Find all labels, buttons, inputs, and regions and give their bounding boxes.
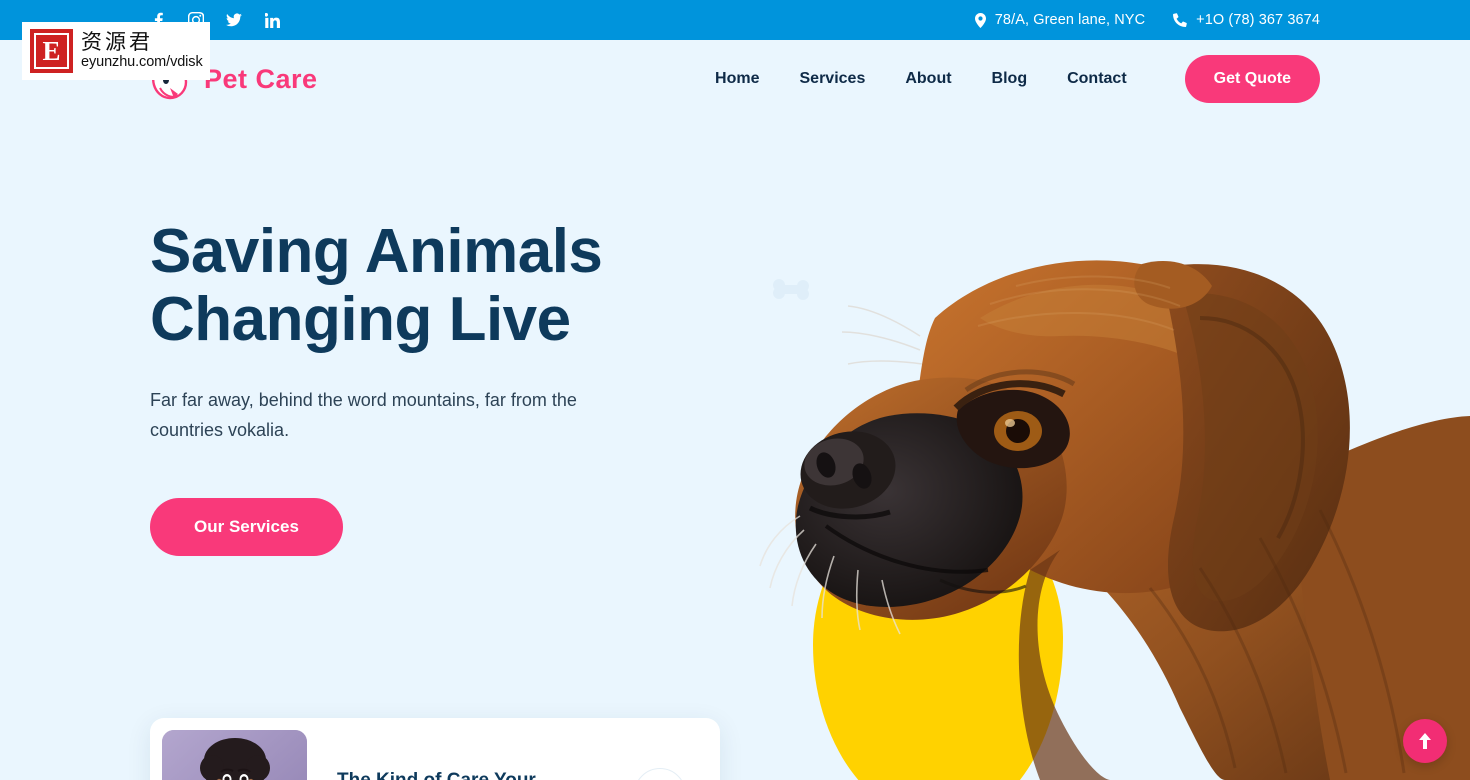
phone-text: +1O (78) 367 3674 — [1196, 12, 1320, 28]
arrow-up-icon — [1419, 733, 1431, 749]
nav-item-contact[interactable]: Contact — [1047, 70, 1147, 88]
nav-item-services[interactable]: Services — [780, 70, 886, 88]
main-nav: Home Services About Blog Contact Get Quo… — [695, 55, 1320, 103]
promo-thumbnail — [162, 730, 307, 780]
watermark-overlay: E 资源君 eyunzhu.com/vdisk — [22, 22, 210, 80]
page-title: Saving Animals Changing Live — [150, 217, 603, 355]
linkedin-icon[interactable] — [264, 12, 280, 29]
phone-icon — [1173, 13, 1187, 27]
top-bar: 78/A, Green lane, NYC +1O (78) 367 3674 — [0, 0, 1470, 40]
nav-item-home[interactable]: Home — [695, 70, 779, 88]
watermark-brand: 资源君 — [81, 29, 153, 54]
promo-arrow-button[interactable] — [634, 768, 686, 780]
address-text: 78/A, Green lane, NYC — [994, 12, 1146, 28]
phone-item[interactable]: +1O (78) 367 3674 — [1173, 12, 1320, 28]
twitter-icon[interactable] — [226, 12, 242, 29]
watermark-logo-letter: E — [34, 33, 69, 69]
promo-card[interactable]: The Kind of Care Your Pets Deserve — [150, 718, 720, 780]
nav-item-blog[interactable]: Blog — [972, 70, 1048, 88]
scroll-to-top-button[interactable] — [1403, 719, 1447, 763]
watermark-text: 资源君 eyunzhu.com/vdisk — [81, 29, 203, 71]
site-header: Pet Care Home Services About Blog Contac… — [0, 40, 1470, 118]
dog-illustration — [759, 260, 1470, 780]
get-quote-button[interactable]: Get Quote — [1184, 55, 1320, 103]
topbar-contact-info: 78/A, Green lane, NYC +1O (78) 367 3674 — [974, 12, 1320, 28]
logo-text: Pet Care — [204, 63, 318, 94]
hero-subtitle: Far far away, behind the word mountains,… — [150, 390, 577, 441]
location-pin-icon — [974, 12, 986, 28]
nav-item-about[interactable]: About — [885, 70, 971, 88]
address-item[interactable]: 78/A, Green lane, NYC — [974, 12, 1146, 28]
promo-card-title: The Kind of Care Your Pets Deserve — [337, 769, 604, 780]
hero-content: Saving Animals Changing Live Far far awa… — [150, 217, 750, 556]
watermark-logo-icon: E — [30, 29, 73, 73]
hero-section: Saving Animals Changing Live Far far awa… — [0, 118, 1470, 780]
hero-image — [730, 118, 1470, 780]
our-services-button[interactable]: Our Services — [150, 497, 343, 556]
watermark-url-text: eyunzhu.com/vdisk — [81, 54, 203, 71]
